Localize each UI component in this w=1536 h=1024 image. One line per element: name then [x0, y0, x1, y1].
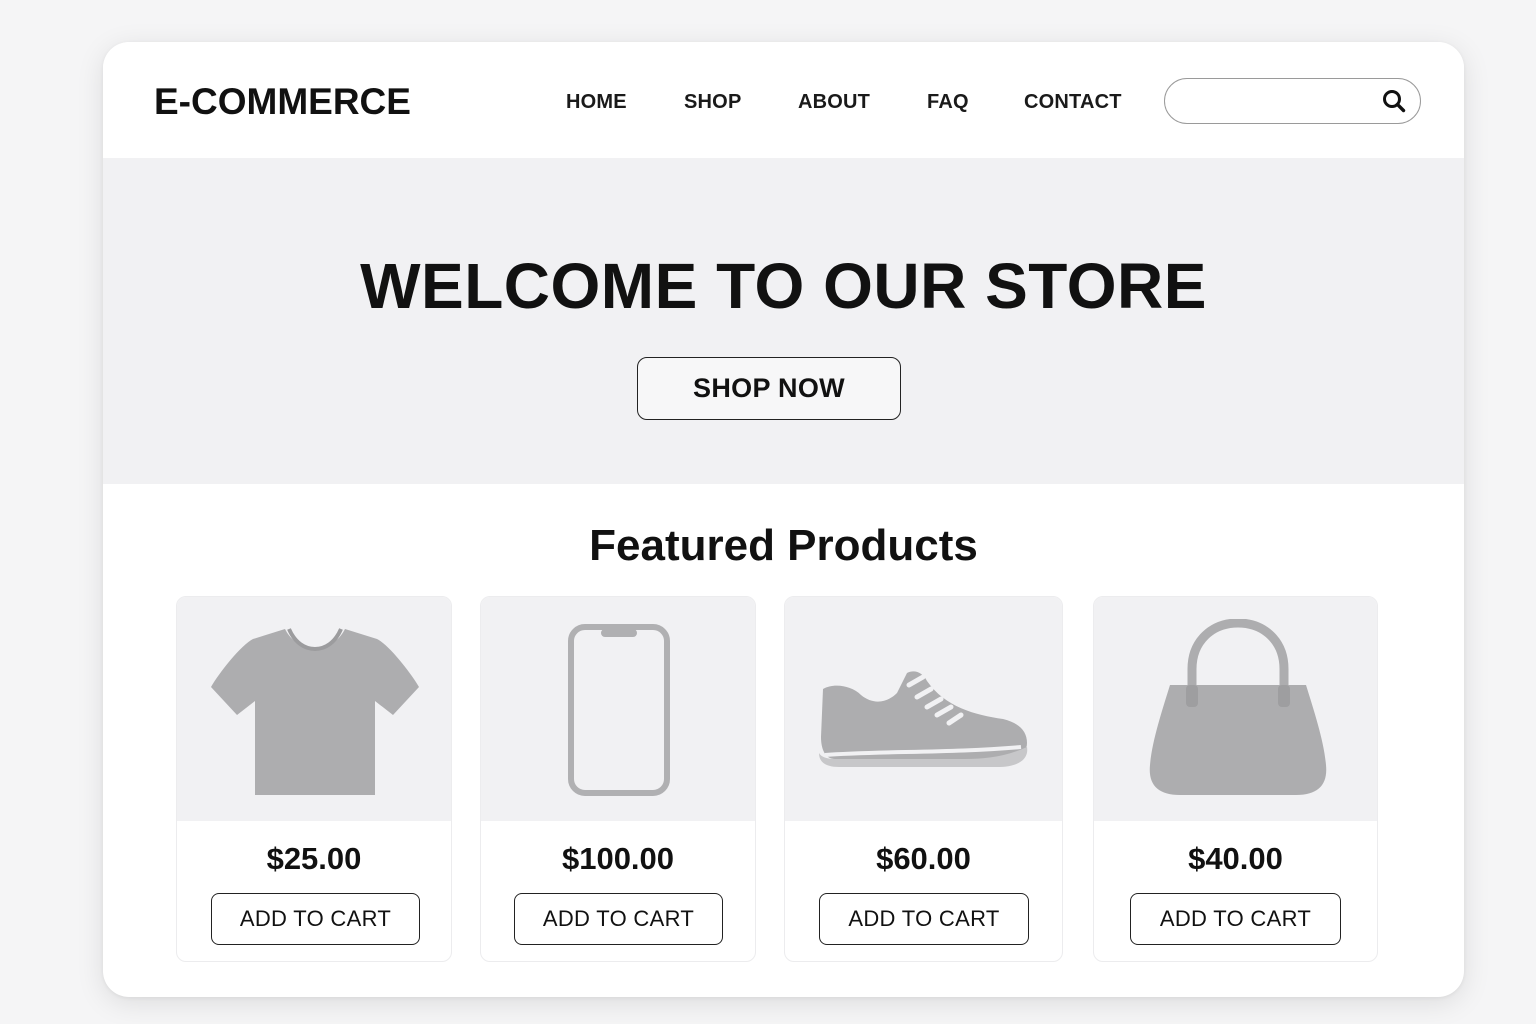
product-image[interactable] — [1094, 597, 1377, 821]
site-header: E-COMMERCE HOME SHOP ABOUT FAQ CONTACT — [103, 42, 1464, 158]
search-box — [1164, 78, 1421, 124]
product-card-tshirt[interactable]: $25.00 ADD TO CART — [176, 596, 452, 962]
nav-home[interactable]: HOME — [566, 90, 627, 114]
product-price: $25.00 — [266, 841, 362, 876]
nav-about[interactable]: ABOUT — [798, 90, 870, 114]
product-image[interactable] — [177, 597, 451, 821]
add-to-cart-button[interactable]: ADD TO CART — [1130, 893, 1341, 945]
featured-products-title: Featured Products — [589, 521, 978, 570]
nav-faq[interactable]: FAQ — [927, 90, 969, 114]
shop-now-button[interactable]: SHOP NOW — [637, 357, 901, 420]
product-price: $40.00 — [1188, 841, 1283, 876]
product-card-sneaker[interactable]: $60.00 ADD TO CART — [784, 596, 1063, 962]
product-card-handbag[interactable]: $40.00 ADD TO CART — [1093, 596, 1378, 962]
sneaker-icon — [819, 671, 1028, 767]
product-price: $100.00 — [561, 841, 675, 876]
handbag-icon — [1149, 619, 1327, 795]
hero-banner: WELCOME TO OUR STORE SHOP NOW — [103, 158, 1464, 484]
nav-contact[interactable]: CONTACT — [1024, 90, 1122, 114]
add-to-cart-button[interactable]: ADD TO CART — [514, 893, 723, 945]
add-to-cart-button[interactable]: ADD TO CART — [211, 893, 420, 945]
search-input[interactable] — [1183, 87, 1373, 115]
search-icon — [1383, 90, 1406, 113]
product-image[interactable] — [481, 597, 755, 821]
add-to-cart-button[interactable]: ADD TO CART — [819, 893, 1029, 945]
nav-shop[interactable]: SHOP — [684, 90, 741, 114]
hero-title: WELCOME TO OUR STORE — [360, 250, 1207, 322]
smartphone-icon — [568, 624, 670, 796]
search-button[interactable] — [1380, 88, 1408, 116]
product-image[interactable] — [785, 597, 1062, 821]
product-card-smartphone[interactable]: $100.00 ADD TO CART — [480, 596, 756, 962]
site-logo[interactable]: E-COMMERCE — [154, 80, 411, 124]
product-price: $60.00 — [876, 841, 971, 876]
tshirt-icon — [211, 628, 419, 795]
store-window: E-COMMERCE HOME SHOP ABOUT FAQ CONTACT W… — [103, 42, 1464, 997]
